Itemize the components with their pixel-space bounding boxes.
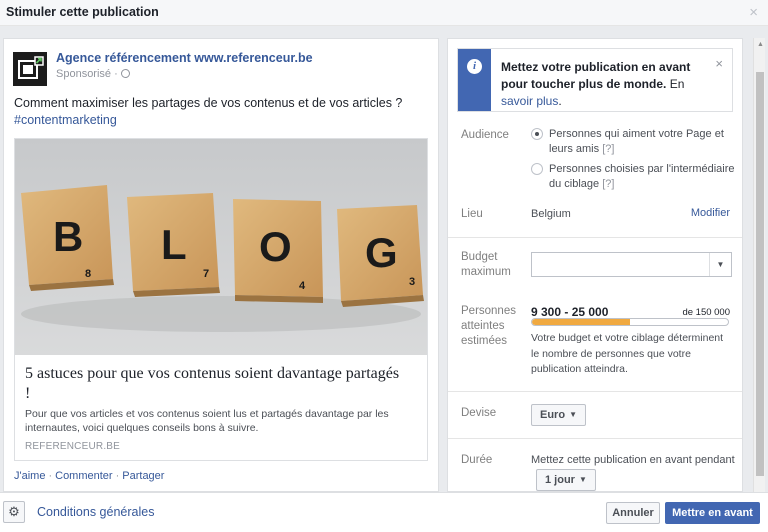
info-message: Mettez votre publication en avant pour t… bbox=[501, 59, 711, 110]
info-link-prefix: En bbox=[669, 77, 685, 91]
audience-option-targeted[interactable]: Personnes choisies par l'intermédiaire d… bbox=[531, 162, 736, 192]
radio-icon[interactable] bbox=[531, 163, 543, 175]
tile-letter: L bbox=[161, 221, 187, 268]
tile-letter: B bbox=[53, 213, 83, 260]
link-domain: REFERENCEUR.BE bbox=[25, 441, 121, 452]
budget-label-line: Budget bbox=[461, 251, 498, 263]
modify-location-link[interactable]: Modifier bbox=[691, 207, 730, 219]
reach-label-line: Personnes bbox=[461, 305, 516, 317]
duration-text: Mettez cette publication en avant pendan… bbox=[531, 454, 735, 466]
dialog-body: Agence référencement www.referenceur.be … bbox=[0, 26, 768, 492]
link-title[interactable]: 5 astuces pour que vos contenus soient d… bbox=[25, 364, 405, 404]
dialog-footer: ⚙ Conditions générales Annuler Mettre en… bbox=[0, 492, 768, 532]
tile-score: 4 bbox=[299, 280, 306, 292]
tile-score: 8 bbox=[85, 268, 91, 280]
tile-o: O 4 bbox=[233, 199, 323, 303]
gear-icon[interactable]: ⚙ bbox=[3, 501, 25, 523]
currency-value: Euro bbox=[540, 409, 566, 421]
audience-option-text: Personnes choisies par l'intermédiaire d… bbox=[549, 163, 735, 190]
help-link[interactable]: [?] bbox=[602, 143, 614, 155]
duration-label: Durée bbox=[461, 454, 493, 466]
cancel-button[interactable]: Annuler bbox=[606, 502, 660, 524]
page-name-link[interactable]: Agence référencement www.referenceur.be bbox=[56, 51, 313, 65]
chevron-down-icon[interactable]: ▼ bbox=[709, 253, 731, 276]
budget-select[interactable]: ▼ bbox=[531, 252, 732, 277]
reach-label-line: atteintes bbox=[461, 320, 505, 332]
location-label: Lieu bbox=[461, 208, 483, 220]
duration-dropdown[interactable]: 1 jour ▼ bbox=[536, 469, 596, 491]
reach-max: de 150 000 bbox=[682, 307, 730, 318]
tile-score: 7 bbox=[203, 268, 209, 280]
learn-more-link[interactable]: savoir plus bbox=[501, 94, 558, 108]
info-icon: i bbox=[467, 59, 482, 74]
link-preview-card[interactable]: B 8 L 7 O 4 G 3 5 astuces pour que vos c… bbox=[14, 138, 428, 461]
post-actions: J'aime · Commenter · Partager bbox=[14, 470, 164, 482]
audience-option-fans[interactable]: Personnes qui aiment votre Page et leurs… bbox=[531, 127, 736, 157]
reach-note: Votre budget et votre ciblage déterminen… bbox=[531, 332, 724, 375]
sponsored-label: Sponsorisé · bbox=[56, 68, 130, 80]
currency-dropdown[interactable]: Euro ▼ bbox=[531, 404, 586, 426]
share-link[interactable]: Partager bbox=[122, 470, 164, 482]
scroll-up-icon[interactable]: ▲ bbox=[757, 41, 764, 48]
dialog-titlebar: Stimuler cette publication × bbox=[0, 0, 768, 26]
info-banner: i Mettez votre publication en avant pour… bbox=[457, 48, 733, 112]
sponsored-text: Sponsorisé · bbox=[56, 68, 118, 80]
close-icon[interactable]: × bbox=[749, 4, 758, 21]
terms-link[interactable]: Conditions générales bbox=[37, 505, 154, 519]
help-link[interactable]: [?] bbox=[602, 178, 614, 190]
tile-score: 3 bbox=[409, 276, 415, 288]
chevron-down-icon: ▼ bbox=[569, 410, 577, 419]
boost-button[interactable]: Mettre en avant bbox=[665, 502, 760, 524]
divider bbox=[448, 438, 742, 439]
info-message-bold: Mettez votre publication en avant pour t… bbox=[501, 60, 691, 91]
tile-l: L 7 bbox=[127, 193, 220, 297]
separator: · bbox=[48, 470, 53, 482]
reach-label-line: estimées bbox=[461, 335, 508, 347]
scrollbar-thumb[interactable] bbox=[756, 72, 764, 476]
tile-g: G 3 bbox=[337, 205, 424, 307]
like-link[interactable]: J'aime bbox=[14, 470, 45, 482]
currency-label: Devise bbox=[461, 407, 497, 419]
post-preview: Agence référencement www.referenceur.be … bbox=[3, 38, 439, 492]
divider bbox=[448, 237, 742, 238]
radio-selected-icon[interactable] bbox=[531, 128, 543, 140]
info-stripe: i bbox=[458, 49, 491, 111]
hashtag-link[interactable]: #contentmarketing bbox=[14, 112, 434, 129]
reach-progress-bar bbox=[531, 318, 729, 326]
tile-letter: G bbox=[365, 229, 398, 276]
reach-range: 9 300 - 25 000 bbox=[531, 305, 609, 319]
audience-option-text: Personnes qui aiment votre Page et leurs… bbox=[549, 128, 724, 155]
close-icon[interactable]: × bbox=[715, 56, 723, 71]
link-description: Pour que vos articles et vos contenus so… bbox=[25, 408, 389, 434]
budget-label-line: maximum bbox=[461, 266, 511, 278]
reach-progress-fill bbox=[532, 319, 630, 325]
link-preview-image: B 8 L 7 O 4 G 3 bbox=[15, 139, 427, 355]
post-text: Comment maximiser les partages de vos co… bbox=[14, 95, 434, 129]
divider bbox=[448, 391, 742, 392]
tile-b: B 8 bbox=[21, 185, 114, 291]
boost-settings-panel: i Mettez votre publication en avant pour… bbox=[447, 38, 743, 492]
reach-label: Personnes atteintes estimées bbox=[461, 304, 516, 349]
page-logo[interactable] bbox=[13, 52, 47, 86]
post-message: Comment maximiser les partages de vos co… bbox=[14, 96, 403, 110]
info-suffix: . bbox=[558, 94, 562, 108]
duration-value: 1 jour bbox=[545, 474, 575, 486]
chevron-down-icon: ▼ bbox=[578, 475, 587, 484]
location-value: Belgium bbox=[531, 208, 571, 220]
dialog-title: Stimuler cette publication bbox=[6, 5, 159, 19]
comment-link[interactable]: Commenter bbox=[55, 470, 112, 482]
budget-label: Budget maximum bbox=[461, 250, 511, 280]
panel-scrollbar[interactable]: ▲ bbox=[753, 38, 765, 492]
globe-icon bbox=[120, 69, 130, 78]
separator: · bbox=[115, 470, 120, 482]
tile-letter: O bbox=[259, 223, 292, 270]
audience-label: Audience bbox=[461, 129, 509, 141]
